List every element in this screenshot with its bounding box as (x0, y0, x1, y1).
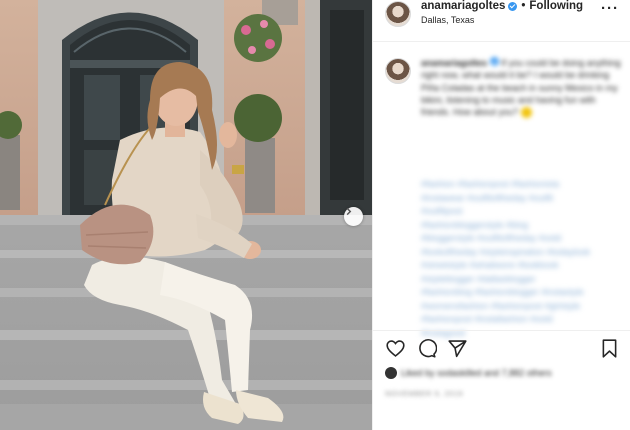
verified-badge-icon (508, 1, 518, 11)
hashtag-line[interactable]: #fashion #fashionpost #fashionista (421, 178, 626, 192)
comment-button[interactable] (416, 338, 437, 359)
like-button[interactable] (385, 338, 406, 359)
post-photo[interactable] (0, 0, 372, 430)
post-actions: Liked by sodaskilled and 7,882 others NO… (373, 330, 630, 430)
hashtag-line[interactable]: #lookoftheday #styleinspiration #todaylo… (421, 246, 626, 260)
avatar[interactable] (385, 1, 411, 27)
hashtag-line[interactable]: #womensfashion #fashionpost #girlstyle (421, 300, 626, 314)
caption-text: anamariagoltes If you could be doing any… (421, 57, 621, 119)
bookmark-icon (602, 339, 617, 358)
username-link[interactable]: anamariagoltes (421, 0, 505, 12)
header-user-row: anamariagoltes • Following (421, 0, 583, 12)
hashtag-line[interactable]: #bloggerstyle #outfitoftheday #ootd (421, 232, 626, 246)
post-side-panel: anamariagoltes • Following Dallas, Texas… (372, 0, 630, 430)
send-icon (448, 340, 467, 358)
likes-count[interactable]: Liked by sodaskilled and 7,882 others (401, 368, 552, 378)
hashtag-line[interactable]: #fashionpost #instafashion #ootd (421, 313, 626, 327)
smiling-face-emoji (520, 107, 532, 119)
heart-icon (386, 340, 405, 357)
post-header: anamariagoltes • Following Dallas, Texas… (373, 0, 630, 42)
following-button[interactable]: Following (529, 0, 583, 12)
separator: • (521, 0, 526, 12)
verified-badge-icon (489, 57, 499, 66)
hashtag-line[interactable]: #outfitpost (421, 205, 626, 219)
comment-icon (419, 339, 437, 358)
likes-row: Liked by sodaskilled and 7,882 others (385, 367, 552, 379)
post-image (0, 0, 372, 430)
hashtag-line[interactable]: #streetstyle #whatiwore #lookbook (421, 259, 626, 273)
hashtag-line[interactable]: #styleblogger #dallasblogger (421, 273, 626, 287)
save-button[interactable] (599, 338, 620, 359)
liker-avatar[interactable] (385, 367, 397, 379)
hashtag-line[interactable]: #instawear #outfitoftheday #outfit (421, 192, 626, 206)
caption: anamariagoltes If you could be doing any… (421, 57, 621, 119)
next-photo-button[interactable] (344, 207, 363, 226)
caption-avatar[interactable] (385, 58, 411, 84)
location-link[interactable]: Dallas, Texas (421, 15, 474, 25)
hashtag-line[interactable]: #fashionbloggerstyle #blog (421, 219, 626, 233)
hashtag-line[interactable]: #fashionblog #fashionblogger #instastyle (421, 286, 626, 300)
caption-author[interactable]: anamariagoltes (421, 58, 487, 68)
share-button[interactable] (447, 338, 468, 359)
hashtag-list: #fashion #fashionpost #fashionista #inst… (421, 178, 626, 340)
chevron-right-icon (346, 207, 352, 216)
post-date[interactable]: NOVEMBER 9, 2019 (385, 389, 463, 398)
more-horizontal-icon[interactable]: ··· (601, 1, 619, 16)
